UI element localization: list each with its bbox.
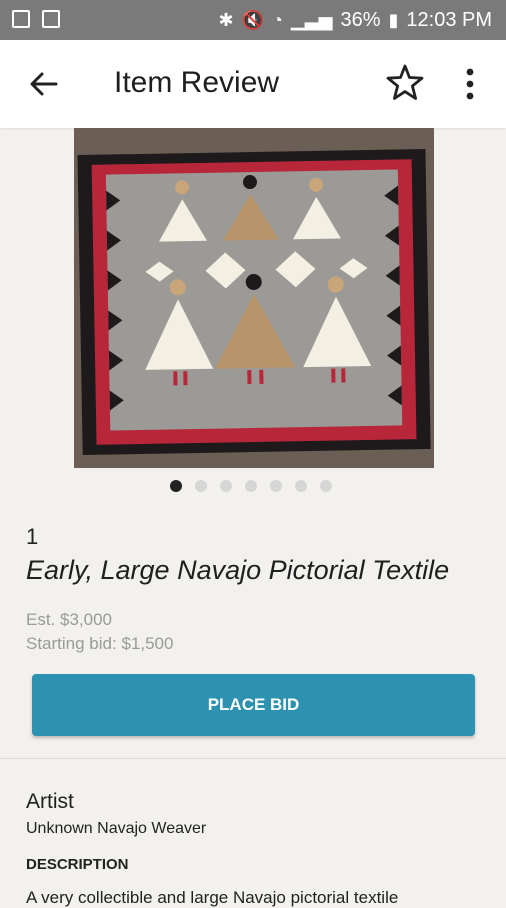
starting-bid-text: Starting bid: $1,500 <box>26 634 174 653</box>
back-arrow-icon[interactable] <box>24 64 64 104</box>
carousel-dot[interactable] <box>270 480 282 492</box>
artist-label: Artist <box>26 790 74 813</box>
more-vertical-icon[interactable] <box>456 64 484 104</box>
clock: 12:03 PM <box>406 9 492 31</box>
app-bar: Item Review <box>0 40 506 128</box>
wifi-icon: ◔ <box>272 10 283 30</box>
navajo-textile-image <box>74 128 434 468</box>
carousel-dot[interactable] <box>170 480 182 492</box>
bluetooth-icon: ✱ <box>218 10 234 30</box>
place-bid-button[interactable]: PLACE BID <box>32 674 475 736</box>
mute-icon: 🔇 <box>241 10 265 30</box>
carousel-dot[interactable] <box>195 480 207 492</box>
item-title: Early, Large Navajo Pictorial Textile <box>26 555 450 585</box>
signal-icon: ▁▃▅ <box>290 10 333 30</box>
description-text: A very collectible and large Navajo pict… <box>26 888 399 907</box>
image-icon <box>12 10 30 28</box>
carousel-dot[interactable] <box>320 480 332 492</box>
carousel-indicator <box>170 480 332 492</box>
lot-number: 1 <box>26 524 39 549</box>
estimate-text: Est. $3,000 <box>26 610 113 629</box>
carousel-dot[interactable] <box>220 480 232 492</box>
page-title: Item Review <box>114 66 280 99</box>
status-bar: ✱ 🔇 ◔ ▁▃▅ 36% ▮ 12:03 PM <box>0 0 506 40</box>
section-divider <box>0 758 506 759</box>
carousel-dot[interactable] <box>295 480 307 492</box>
carousel-dot[interactable] <box>245 480 257 492</box>
checkbox-icon <box>42 10 60 28</box>
description-label: DESCRIPTION <box>26 856 129 873</box>
battery-percent: 36% <box>340 9 381 31</box>
item-photo[interactable] <box>74 128 434 468</box>
battery-icon: ▮ <box>388 10 399 30</box>
artist-value: Unknown Navajo Weaver <box>26 820 207 837</box>
star-icon[interactable] <box>384 62 426 104</box>
